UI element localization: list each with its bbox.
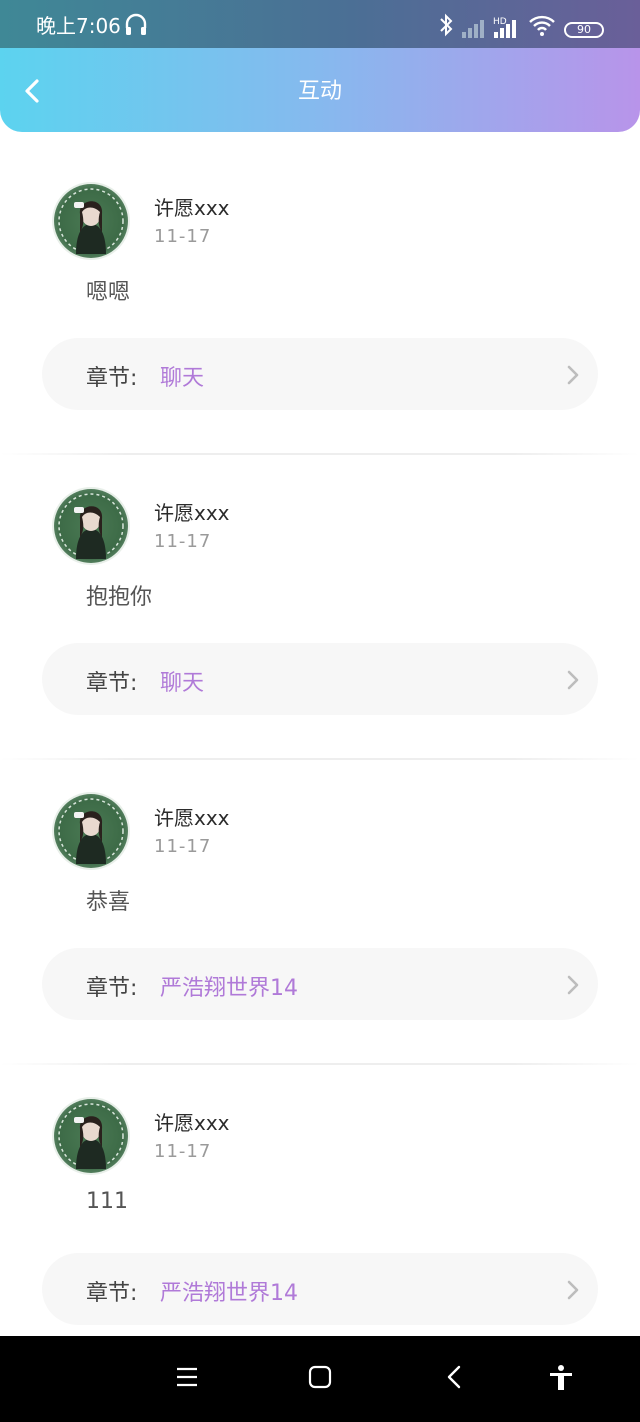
chapter-label: 章节: <box>86 671 138 696</box>
chevron-right-icon <box>567 1280 579 1300</box>
accessibility-icon <box>550 1365 572 1390</box>
chapter-link[interactable]: 章节: 严浩翔世界14 <box>42 1253 598 1325</box>
avatar[interactable] <box>54 794 128 868</box>
chapter-name: 严浩翔世界14 <box>160 976 298 1001</box>
accessibility-button[interactable] <box>548 1364 574 1396</box>
comment-date: 11-17 <box>154 836 212 857</box>
chapter-name: 聊天 <box>160 366 205 391</box>
home-button[interactable] <box>307 1364 333 1394</box>
menu-icon <box>177 1367 197 1387</box>
username: 许愿xxx <box>154 806 230 830</box>
chapter-label: 章节: <box>86 366 138 391</box>
page-title: 互动 <box>297 79 342 104</box>
list-item: 许愿xxx 11-17 111 章节: 严浩翔世界14 <box>0 1065 640 1370</box>
username: 许愿xxx <box>154 501 230 525</box>
chapter-link[interactable]: 章节: 严浩翔世界14 <box>42 948 598 1020</box>
list-item: 许愿xxx 11-17 抱抱你 章节: 聊天 <box>0 455 640 760</box>
svg-text:HD: HD <box>493 17 507 27</box>
chevron-right-icon <box>567 365 579 385</box>
chapter-label: 章节: <box>86 976 138 1001</box>
list-item: 许愿xxx 11-17 嗯嗯 章节: 聊天 <box>0 150 640 455</box>
chapter-name: 聊天 <box>160 671 205 696</box>
chevron-right-icon <box>567 670 579 690</box>
comment-date: 11-17 <box>154 531 212 552</box>
signal-icon: HD <box>462 12 518 44</box>
chapter-link[interactable]: 章节: 聊天 <box>42 643 598 715</box>
comment-text: 111 <box>86 1189 128 1214</box>
nav-back-button[interactable] <box>442 1364 468 1394</box>
list-item: 许愿xxx 11-17 恭喜 章节: 严浩翔世界14 <box>0 760 640 1065</box>
status-bar: 晚上7:06 HD 90 <box>0 0 640 48</box>
bluetooth-icon <box>438 12 454 42</box>
interaction-list: 许愿xxx 11-17 嗯嗯 章节: 聊天 许愿xxx 11-17 抱抱你 章节… <box>0 150 640 1370</box>
comment-date: 11-17 <box>154 226 212 247</box>
battery-icon: 90 <box>564 22 604 38</box>
home-square-icon <box>308 1365 332 1389</box>
comment-text: 抱抱你 <box>86 585 153 610</box>
chapter-link[interactable]: 章节: 聊天 <box>42 338 598 410</box>
system-nav-bar <box>0 1336 640 1422</box>
comment-text: 嗯嗯 <box>86 280 131 305</box>
avatar[interactable] <box>54 184 128 258</box>
headphones-icon <box>124 12 148 42</box>
menu-button[interactable] <box>174 1364 200 1394</box>
comment-date: 11-17 <box>154 1141 212 1162</box>
chevron-right-icon <box>567 975 579 995</box>
username: 许愿xxx <box>154 1111 230 1135</box>
comment-text: 恭喜 <box>86 890 131 915</box>
nav-back-icon <box>447 1365 461 1389</box>
header-bar: 互动 <box>0 48 640 132</box>
chapter-name: 严浩翔世界14 <box>160 1281 298 1306</box>
avatar[interactable] <box>54 489 128 563</box>
chapter-label: 章节: <box>86 1281 138 1306</box>
status-time: 晚上7:06 <box>36 14 121 38</box>
wifi-icon <box>528 12 556 42</box>
username: 许愿xxx <box>154 196 230 220</box>
avatar[interactable] <box>54 1099 128 1173</box>
